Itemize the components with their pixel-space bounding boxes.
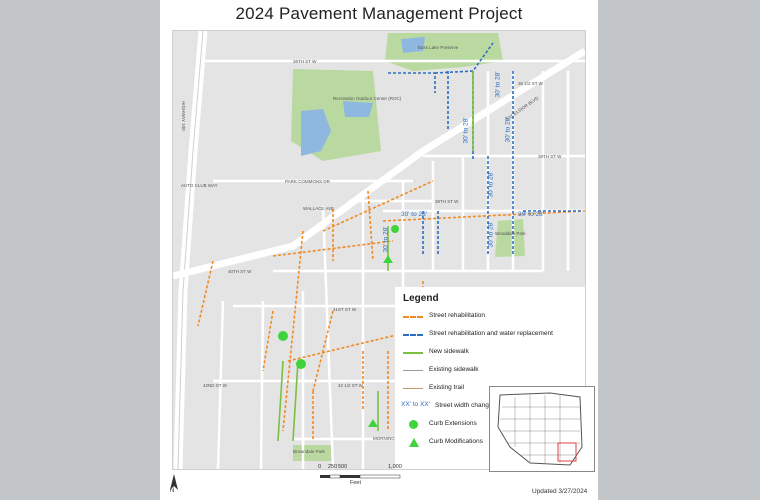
page-title: 2024 Pavement Management Project bbox=[235, 4, 523, 23]
label-roc: Recreation Outdoor Center (ROC) bbox=[333, 96, 402, 101]
locator-highlight bbox=[557, 442, 577, 462]
locator-svg bbox=[497, 392, 583, 466]
label-wallace: WALLACE AVE bbox=[303, 206, 335, 211]
curb-extension-icon bbox=[409, 420, 418, 429]
label-36th-st: 36TH ST W bbox=[293, 59, 317, 64]
legend-item-rehab: Street rehabilitation bbox=[403, 311, 585, 323]
width-change-4: 30' to 28' bbox=[462, 117, 470, 144]
curb-modification-1 bbox=[383, 255, 393, 263]
updated-date: Updated 3/27/2024 bbox=[532, 488, 588, 495]
legend-item-existing-sidewalk: Existing sidewalk bbox=[403, 365, 585, 377]
width-change-6: 30' to 28' bbox=[487, 171, 495, 198]
label-39th-st: 39TH ST W bbox=[435, 199, 459, 204]
label-park-commons: PARK COMMONS DR bbox=[285, 179, 330, 184]
bass-lake-park bbox=[385, 33, 503, 71]
curb-modification-2 bbox=[368, 419, 378, 427]
label-browndale: Browndale Park bbox=[293, 449, 325, 454]
label-38th-st: 38TH ST W bbox=[538, 154, 562, 159]
label-36half-st: 36 1/2 ST W bbox=[518, 81, 543, 86]
map-sheet: 2024 Pavement Management Project 36TH ST… bbox=[160, 0, 598, 500]
label-highway: HIGHWAY 100 bbox=[181, 101, 186, 131]
background-right bbox=[598, 0, 760, 500]
background-left bbox=[0, 0, 160, 500]
curb-extension-2 bbox=[296, 359, 306, 369]
label-bass-lake: Bass Lake Preserve bbox=[418, 45, 459, 50]
scale-bar: 0 250 500 1,000 Feet bbox=[318, 464, 408, 494]
label-wooddale-park: Wooddale Park bbox=[495, 231, 526, 236]
width-change-2: 30' to 28' bbox=[518, 211, 544, 218]
label-42nd-st: 42ND ST W bbox=[203, 383, 227, 388]
width-change-3: 30' to 28' bbox=[494, 71, 502, 98]
locator-map bbox=[489, 386, 595, 472]
water-lines bbox=[388, 42, 583, 256]
scale-tick-2: 500 bbox=[338, 464, 348, 470]
wooddale-park bbox=[495, 219, 525, 257]
scale-unit: Feet bbox=[350, 480, 362, 486]
label-42half-st: 42 1/2 ST W bbox=[338, 383, 363, 388]
scale-tick-3: 1,000 bbox=[388, 464, 402, 470]
width-change-8: 30' to 28' bbox=[382, 226, 390, 253]
scale-tick-1: 250 bbox=[328, 464, 338, 470]
label-auto-club: AUTO CLUB WAY bbox=[181, 183, 218, 188]
label-40th-st: 40TH ST W bbox=[228, 269, 252, 274]
highway-100 bbox=[173, 31, 208, 469]
width-change-5: 30' to 28' bbox=[504, 116, 512, 143]
pond bbox=[343, 101, 373, 117]
curb-extension-1 bbox=[278, 331, 288, 341]
legend-title: Legend bbox=[403, 293, 439, 304]
width-change-1: 30' to 28' bbox=[401, 211, 427, 218]
scale-tick-0: 0 bbox=[318, 464, 322, 470]
legend-item-new-sidewalk: New sidewalk bbox=[403, 347, 585, 359]
north-label: N bbox=[170, 488, 175, 494]
label-41st-st: 41ST ST W bbox=[333, 307, 357, 312]
width-change-7: 30' to 28' bbox=[487, 221, 495, 248]
curb-modification-icon bbox=[409, 438, 419, 447]
legend-item-water: Street rehabilitation and water replacem… bbox=[403, 329, 585, 341]
curb-extension-3 bbox=[391, 225, 399, 233]
